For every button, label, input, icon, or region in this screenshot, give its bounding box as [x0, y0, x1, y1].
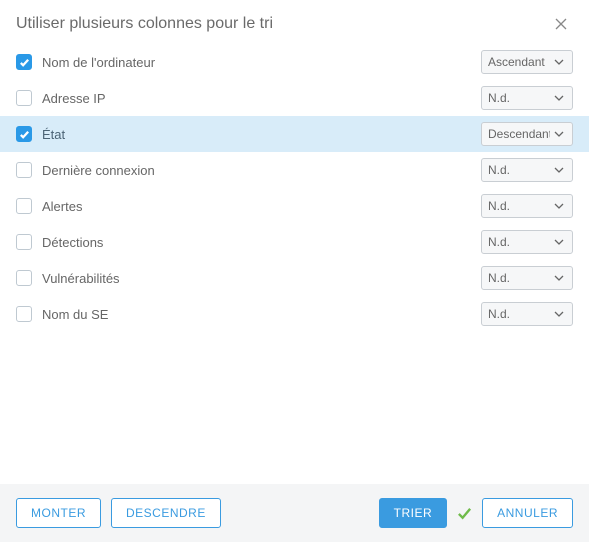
- column-checkbox[interactable]: [16, 126, 32, 142]
- column-row[interactable]: Adresse IP AscendantDescendantN.d.: [0, 80, 589, 116]
- column-label: Nom du SE: [42, 307, 471, 322]
- column-label: Alertes: [42, 199, 471, 214]
- column-checkbox[interactable]: [16, 306, 32, 322]
- column-row[interactable]: Nom de l'ordinateur AscendantDescendantN.…: [0, 44, 589, 80]
- sort-order-select[interactable]: AscendantDescendantN.d.: [481, 158, 573, 182]
- column-row[interactable]: Nom du SE AscendantDescendantN.d.: [0, 296, 589, 332]
- check-icon: [457, 506, 472, 521]
- column-label: Dernière connexion: [42, 163, 471, 178]
- column-label: Nom de l'ordinateur: [42, 55, 471, 70]
- column-list: Nom de l'ordinateur AscendantDescendantN.…: [0, 44, 589, 484]
- column-label: Vulnérabilités: [42, 271, 471, 286]
- close-icon: [554, 17, 568, 31]
- cancel-button[interactable]: ANNULER: [482, 498, 573, 528]
- column-label: Adresse IP: [42, 91, 471, 106]
- sort-button[interactable]: TRIER: [379, 498, 448, 528]
- dialog-footer: MONTER DESCENDRE TRIER ANNULER: [0, 484, 589, 542]
- column-row[interactable]: Dernière connexion AscendantDescendantN.d…: [0, 152, 589, 188]
- column-checkbox[interactable]: [16, 198, 32, 214]
- check-icon: [19, 57, 30, 68]
- column-checkbox[interactable]: [16, 234, 32, 250]
- column-checkbox[interactable]: [16, 162, 32, 178]
- sort-order-select[interactable]: AscendantDescendantN.d.: [481, 194, 573, 218]
- dialog-header: Utiliser plusieurs colonnes pour le tri: [0, 0, 589, 44]
- column-label: État: [42, 127, 471, 142]
- column-row[interactable]: Détections AscendantDescendantN.d.: [0, 224, 589, 260]
- column-row[interactable]: Vulnérabilités AscendantDescendantN.d.: [0, 260, 589, 296]
- sort-order-select[interactable]: AscendantDescendantN.d.: [481, 86, 573, 110]
- move-up-button[interactable]: MONTER: [16, 498, 101, 528]
- move-down-button[interactable]: DESCENDRE: [111, 498, 221, 528]
- column-checkbox[interactable]: [16, 54, 32, 70]
- column-row[interactable]: Alertes AscendantDescendantN.d.: [0, 188, 589, 224]
- sort-success-indicator: [457, 506, 472, 521]
- sort-order-select[interactable]: AscendantDescendantN.d.: [481, 122, 573, 146]
- sort-order-select[interactable]: AscendantDescendantN.d.: [481, 50, 573, 74]
- sort-order-select[interactable]: AscendantDescendantN.d.: [481, 302, 573, 326]
- close-button[interactable]: [551, 14, 571, 34]
- dialog-title: Utiliser plusieurs colonnes pour le tri: [16, 15, 273, 33]
- sort-order-select[interactable]: AscendantDescendantN.d.: [481, 230, 573, 254]
- sort-order-select[interactable]: AscendantDescendantN.d.: [481, 266, 573, 290]
- column-checkbox[interactable]: [16, 90, 32, 106]
- column-row[interactable]: État AscendantDescendantN.d.: [0, 116, 589, 152]
- column-label: Détections: [42, 235, 471, 250]
- column-checkbox[interactable]: [16, 270, 32, 286]
- check-icon: [19, 129, 30, 140]
